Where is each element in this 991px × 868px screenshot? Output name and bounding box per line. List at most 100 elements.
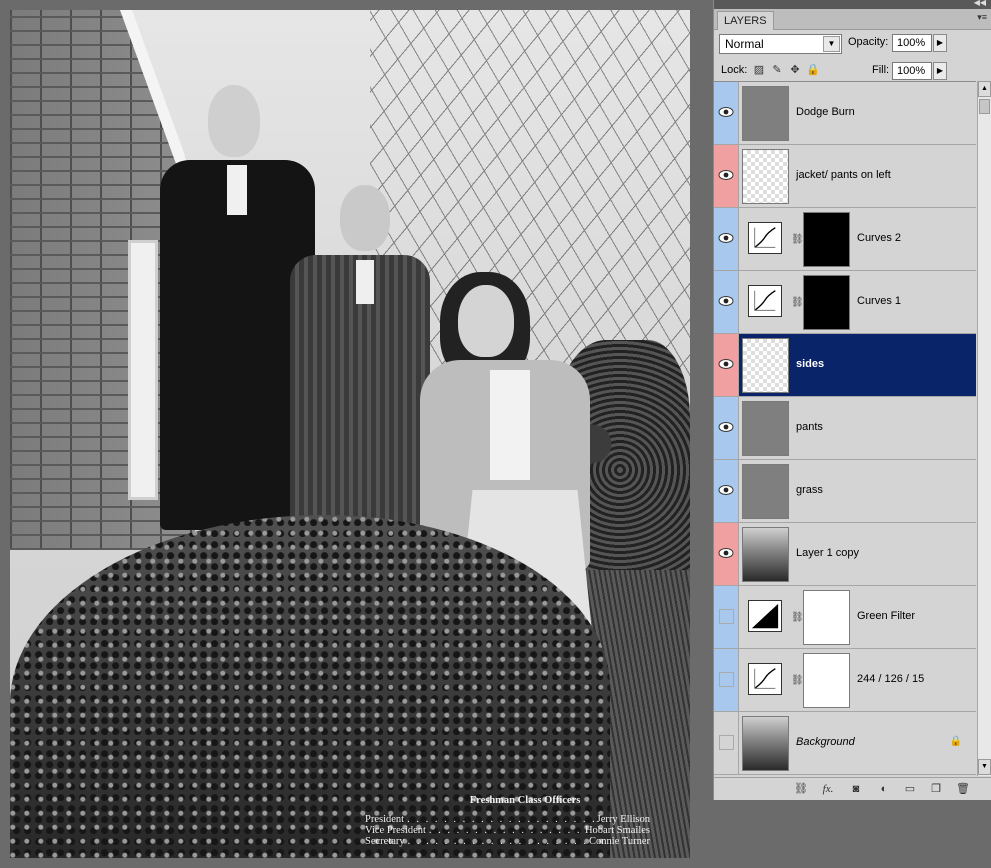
- fx-icon[interactable]: fx.: [820, 781, 836, 797]
- trash-icon[interactable]: 🗑: [955, 781, 971, 797]
- layer-row[interactable]: grass: [714, 460, 976, 523]
- adjustment-thumbnail: [742, 653, 789, 708]
- visibility-toggle[interactable]: [714, 397, 739, 459]
- adjustment-layer-icon[interactable]: ◐: [876, 781, 892, 797]
- visibility-toggle[interactable]: [714, 271, 739, 333]
- layer-mask-thumbnail[interactable]: [803, 275, 850, 330]
- blend-mode-select[interactable]: Normal ▼: [719, 34, 842, 54]
- eye-icon: [718, 548, 734, 558]
- fill-slider-arrow-icon[interactable]: ▶: [933, 62, 947, 80]
- visibility-toggle[interactable]: [714, 586, 739, 648]
- opacity-input[interactable]: 100%: [892, 34, 932, 52]
- layer-row[interactable]: Background 🔒: [714, 712, 976, 775]
- scroll-down-icon[interactable]: ▼: [978, 759, 991, 775]
- lock-icon: 🔒: [949, 736, 962, 747]
- new-layer-icon[interactable]: ❐: [928, 781, 944, 797]
- visibility-toggle[interactable]: [714, 145, 739, 207]
- eye-icon: [718, 107, 734, 117]
- fill-label: Fill:: [872, 64, 890, 76]
- mask-link-icon[interactable]: ⛓: [791, 297, 804, 308]
- layer-row[interactable]: pants: [714, 397, 976, 460]
- caption-row: Vice President . . . . . . . . . . . . .…: [365, 825, 650, 836]
- panel-menu-icon[interactable]: ▾≡: [977, 12, 987, 23]
- chevron-down-icon[interactable]: ▼: [823, 36, 840, 52]
- layer-row[interactable]: Layer 1 copy: [714, 523, 976, 586]
- mask-link-icon[interactable]: ⛓: [791, 612, 804, 623]
- visibility-toggle[interactable]: [714, 208, 739, 270]
- window-frame: [128, 240, 158, 500]
- layer-row[interactable]: ⛓ Curves 2: [714, 208, 976, 271]
- layers-scrollbar[interactable]: ▲ ▼: [977, 81, 991, 776]
- layer-mask-thumbnail[interactable]: [803, 590, 850, 645]
- layer-name: Layer 1 copy: [796, 547, 859, 559]
- layer-mask-thumbnail[interactable]: [803, 653, 850, 708]
- panel-topbar: ◀◀: [714, 0, 991, 9]
- visibility-toggle[interactable]: [714, 460, 739, 522]
- visibility-toggle[interactable]: [714, 523, 739, 585]
- layer-name: pants: [796, 421, 823, 433]
- visibility-toggle[interactable]: [714, 334, 739, 396]
- new-group-icon[interactable]: ▭: [902, 781, 918, 797]
- blend-row: Normal ▼ Opacity: 100% ▶: [714, 30, 991, 58]
- person-left-head: [208, 85, 260, 157]
- layer-thumbnail: [742, 527, 789, 582]
- eye-icon: [718, 296, 734, 306]
- curves-icon: [748, 285, 782, 317]
- caption-role: President: [365, 814, 405, 825]
- lock-label: Lock:: [721, 64, 748, 76]
- layers-list: Dodge Burn jacket/ pants on left ⛓ Curve…: [714, 81, 976, 776]
- add-mask-icon[interactable]: ◙: [848, 781, 864, 797]
- visibility-toggle[interactable]: [714, 649, 739, 711]
- layer-name: 244 / 126 / 15: [857, 673, 925, 685]
- visibility-toggle[interactable]: [714, 712, 739, 774]
- mask-link-icon[interactable]: ⛓: [791, 234, 804, 245]
- caption-name: Jerry Ellison: [596, 814, 650, 825]
- layer-row-selected[interactable]: sides: [714, 334, 976, 397]
- caption-title: Freshman Class Officers: [469, 795, 581, 806]
- lock-image-brush-icon[interactable]: ✎: [770, 63, 784, 77]
- eye-icon: [718, 359, 734, 369]
- caption-dots: . . . . . . . . . . . . . . . . . . . . …: [407, 836, 586, 847]
- scroll-up-icon[interactable]: ▲: [978, 81, 991, 97]
- lock-transparency-icon[interactable]: ▨: [752, 63, 766, 77]
- document-canvas[interactable]: Freshman Class Officers President . . . …: [10, 10, 690, 858]
- person-left-shirt: [227, 165, 247, 215]
- layer-name: Curves 1: [857, 295, 902, 307]
- tab-layers[interactable]: LAYERS: [717, 11, 774, 30]
- collapse-icon[interactable]: ◀◀: [974, 0, 986, 7]
- opacity-slider-arrow-icon[interactable]: ▶: [933, 34, 947, 52]
- photo-caption: Freshman Class Officers President . . . …: [365, 795, 650, 847]
- layer-row[interactable]: ⛓ Curves 1: [714, 271, 976, 334]
- eye-icon: [718, 422, 734, 432]
- link-layers-icon[interactable]: ⛓: [793, 781, 809, 797]
- layers-panel: ◀◀ LAYERS ▾≡ Normal ▼ Opacity: 100% ▶ Lo…: [713, 0, 991, 800]
- layer-thumbnail: [742, 338, 789, 393]
- layer-name: jacket/ pants on left: [796, 169, 891, 181]
- mask-link-icon[interactable]: ⛓: [791, 675, 804, 686]
- hidden-visibility-box: [719, 672, 734, 687]
- person-right-blouse: [490, 370, 530, 480]
- layer-row[interactable]: ⛓ Green Filter: [714, 586, 976, 649]
- eye-icon: [718, 170, 734, 180]
- eye-icon: [718, 485, 734, 495]
- caption-dots: . . . . . . . . . . . . . . . . . . .: [428, 825, 582, 836]
- layer-name: sides: [796, 358, 825, 370]
- person-middle-head: [340, 185, 390, 251]
- lock-position-move-icon[interactable]: ✥: [788, 63, 802, 77]
- caption-dots: . . . . . . . . . . . . . . . . . . . . …: [407, 814, 594, 825]
- layer-mask-thumbnail[interactable]: [803, 212, 850, 267]
- layer-row[interactable]: jacket/ pants on left: [714, 145, 976, 208]
- fill-input[interactable]: 100%: [892, 62, 932, 80]
- panel-tab-row: LAYERS ▾≡: [714, 9, 991, 30]
- person-right-head: [458, 285, 514, 357]
- caption-row: President . . . . . . . . . . . . . . . …: [365, 814, 650, 825]
- blend-mode-value: Normal: [725, 37, 764, 51]
- scroll-thumb[interactable]: [979, 99, 990, 114]
- layer-row[interactable]: ⛓ 244 / 126 / 15: [714, 649, 976, 712]
- layer-row[interactable]: Dodge Burn: [714, 82, 976, 145]
- layer-name: Background: [796, 736, 855, 748]
- layer-name: grass: [796, 484, 823, 496]
- visibility-toggle[interactable]: [714, 82, 739, 144]
- lock-all-icon[interactable]: 🔒: [806, 63, 820, 77]
- person-middle-shirt: [356, 260, 374, 304]
